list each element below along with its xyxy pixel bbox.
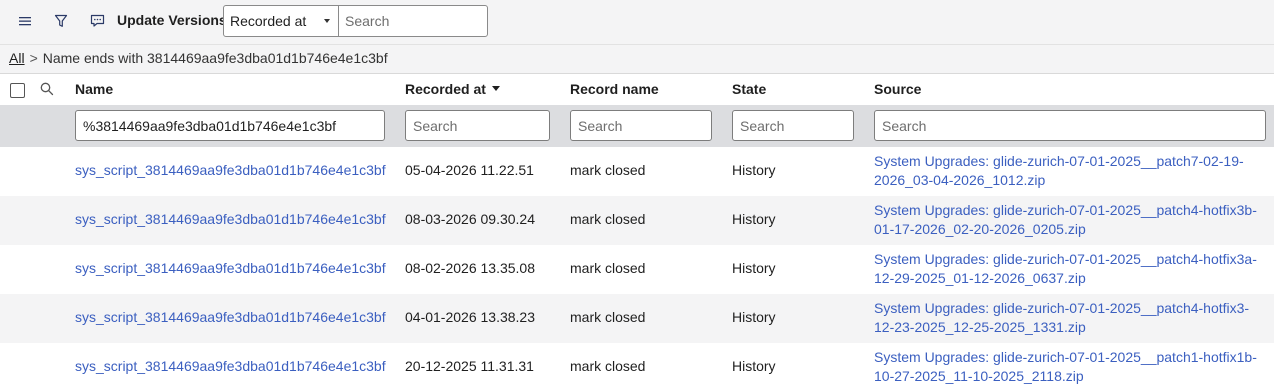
row-source-link[interactable]: System Upgrades: glide-zurich-07-01-2025…	[874, 152, 1266, 190]
row-recorded-at: 08-03-2026 09.30.24	[405, 211, 535, 227]
breadcrumb: All > Name ends with 3814469aa9fe3dba01d1b…	[0, 44, 1274, 73]
list-search-input[interactable]	[338, 5, 488, 37]
row-name-link[interactable]: sys_script_3814469aa9fe3dba01d1b746e4e1c…	[75, 211, 386, 227]
hamburger-icon[interactable]	[14, 10, 36, 32]
list-title[interactable]: Update Versions	[117, 12, 227, 28]
row-source-link[interactable]: System Upgrades: glide-zurich-07-01-2025…	[874, 201, 1266, 239]
column-header-recorded-at-label: Recorded at	[405, 81, 486, 97]
row-state: History	[732, 358, 776, 374]
row-source-link[interactable]: System Upgrades: glide-zurich-07-01-2025…	[874, 250, 1266, 288]
filter-name-input[interactable]	[75, 110, 385, 141]
column-search-icon[interactable]	[39, 81, 55, 97]
caret-down-icon	[324, 19, 330, 23]
filter-record-name-input[interactable]	[570, 110, 712, 141]
row-record-name: mark closed	[570, 309, 646, 325]
row-name-link[interactable]: sys_script_3814469aa9fe3dba01d1b746e4e1c…	[75, 162, 386, 178]
row-record-name: mark closed	[570, 358, 646, 374]
row-record-name: mark closed	[570, 260, 646, 276]
row-name-link[interactable]: sys_script_3814469aa9fe3dba01d1b746e4e1c…	[75, 358, 386, 374]
row-recorded-at: 04-01-2026 13.38.23	[405, 309, 535, 325]
column-header-record-name[interactable]: Record name	[570, 81, 659, 97]
column-header-recorded-at[interactable]: Recorded at	[405, 81, 500, 97]
table-row: sys_script_3814469aa9fe3dba01d1b746e4e1c…	[0, 147, 1274, 196]
filter-state-input[interactable]	[732, 110, 854, 141]
column-filter-row	[0, 105, 1274, 147]
row-name-link[interactable]: sys_script_3814469aa9fe3dba01d1b746e4e1c…	[75, 260, 386, 276]
breadcrumb-separator: >	[29, 50, 38, 66]
table-row: sys_script_3814469aa9fe3dba01d1b746e4e1c…	[0, 343, 1274, 388]
chat-icon[interactable]	[86, 10, 108, 32]
column-header-state[interactable]: State	[732, 81, 766, 97]
row-recorded-at: 08-02-2026 13.35.08	[405, 260, 535, 276]
filter-recorded-at-input[interactable]	[405, 110, 550, 141]
table-row: sys_script_3814469aa9fe3dba01d1b746e4e1c…	[0, 294, 1274, 343]
filter-source-input[interactable]	[874, 110, 1266, 141]
row-source-link[interactable]: System Upgrades: glide-zurich-07-01-2025…	[874, 299, 1266, 337]
search-field-select-value: Recorded at	[230, 13, 307, 29]
row-state: History	[732, 162, 776, 178]
table-header-row: Name Recorded at Record name State Sourc…	[0, 73, 1274, 105]
list-toolbar: Update Versions Recorded at	[0, 0, 1274, 44]
funnel-icon[interactable]	[50, 10, 72, 32]
row-recorded-at: 05-04-2026 11.22.51	[405, 162, 534, 178]
row-record-name: mark closed	[570, 162, 646, 178]
row-recorded-at: 20-12-2025 11.31.31	[405, 358, 534, 374]
select-all-checkbox[interactable]	[10, 83, 25, 98]
table-row: sys_script_3814469aa9fe3dba01d1b746e4e1c…	[0, 245, 1274, 294]
breadcrumb-condition[interactable]: Name ends with 3814469aa9fe3dba01d1b746e…	[43, 50, 388, 66]
sort-descending-icon	[491, 85, 500, 91]
row-name-link[interactable]: sys_script_3814469aa9fe3dba01d1b746e4e1c…	[75, 309, 386, 325]
search-field-select[interactable]: Recorded at	[223, 5, 339, 37]
column-header-name[interactable]: Name	[75, 81, 113, 97]
row-state: History	[732, 309, 776, 325]
table-row: sys_script_3814469aa9fe3dba01d1b746e4e1c…	[0, 196, 1274, 245]
row-state: History	[732, 260, 776, 276]
row-source-link[interactable]: System Upgrades: glide-zurich-07-01-2025…	[874, 348, 1266, 386]
row-record-name: mark closed	[570, 211, 646, 227]
column-header-source[interactable]: Source	[874, 81, 921, 97]
breadcrumb-all-link[interactable]: All	[9, 50, 25, 66]
row-state: History	[732, 211, 776, 227]
